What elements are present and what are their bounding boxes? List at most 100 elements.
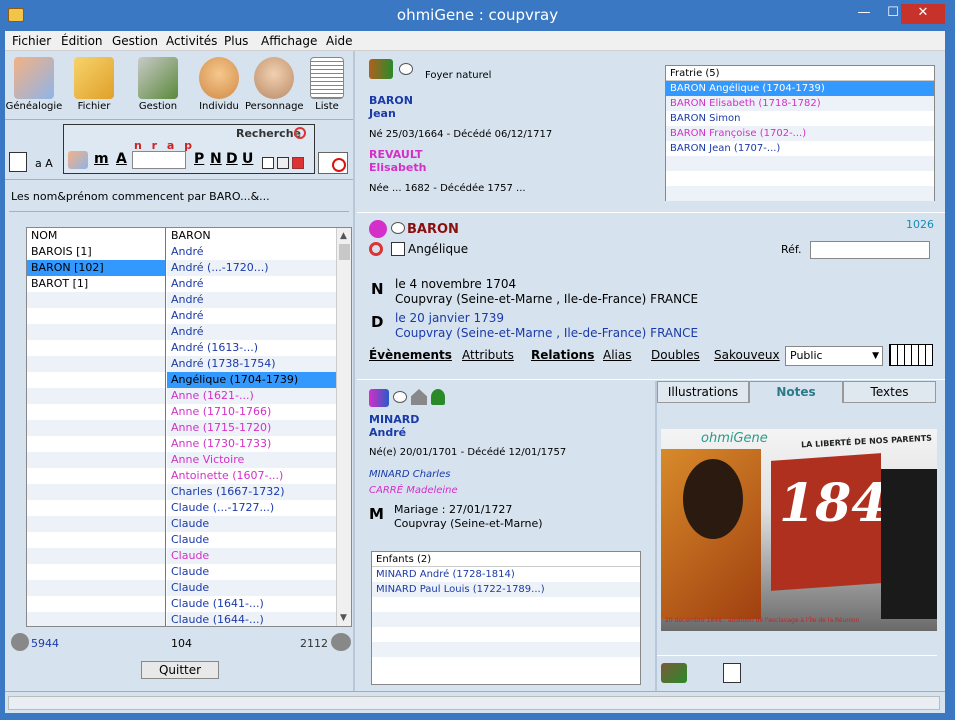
- person-row[interactable]: André (...-1720...): [167, 260, 336, 276]
- search-n-button[interactable]: N: [210, 151, 222, 167]
- spouse-surname[interactable]: MINARD: [369, 413, 419, 426]
- person-row[interactable]: André: [167, 276, 336, 292]
- toolbar-individu-button[interactable]: Individu: [190, 57, 248, 112]
- menu-fichier[interactable]: Fichier: [12, 34, 51, 48]
- quit-button[interactable]: Quitter: [141, 661, 219, 679]
- person-row[interactable]: Claude: [167, 580, 336, 596]
- lifebuoy-icon[interactable]: [294, 127, 306, 139]
- illustration-image[interactable]: 1848 ohmiGene LA LIBERTÉ DE NOS PARENTS …: [661, 429, 937, 631]
- person-row[interactable]: Anne (1730-1733): [167, 436, 336, 452]
- search-m-button[interactable]: m: [94, 151, 109, 167]
- lifebuoy-icon[interactable]: [369, 242, 383, 256]
- sibling-row[interactable]: BARON Elisabeth (1718-1782): [666, 96, 934, 111]
- list-scrollbar[interactable]: ▲ ▼: [336, 228, 351, 626]
- person-row[interactable]: Claude: [167, 516, 336, 532]
- sibling-row[interactable]: BARON Simon: [666, 111, 934, 126]
- person-row[interactable]: Angélique (1704-1739): [167, 372, 336, 388]
- search-input[interactable]: [132, 151, 186, 169]
- person-row[interactable]: André: [167, 244, 336, 260]
- house-icon[interactable]: [411, 389, 427, 405]
- mother-surname[interactable]: REVAULT: [369, 148, 423, 161]
- person-row[interactable]: Anne (1621-...): [167, 388, 336, 404]
- menu-aide[interactable]: Aide: [326, 34, 353, 48]
- person-row[interactable]: Antoinette (1607-...): [167, 468, 336, 484]
- search-d-button[interactable]: D: [226, 151, 238, 167]
- sibling-row[interactable]: BARON Françoise (1702-...): [666, 126, 934, 141]
- person-row[interactable]: André (1613-...): [167, 340, 336, 356]
- death-date[interactable]: le 20 janvier 1739: [395, 311, 504, 325]
- person-row[interactable]: André: [167, 324, 336, 340]
- tab-attributs[interactable]: Attributs: [462, 348, 514, 362]
- family-icon[interactable]: [68, 151, 88, 169]
- ref-input[interactable]: [810, 241, 930, 259]
- eye-icon[interactable]: [393, 391, 407, 403]
- tab-evenements[interactable]: Évènements: [369, 348, 452, 362]
- tree-icon[interactable]: [391, 242, 405, 256]
- person-row[interactable]: Claude: [167, 532, 336, 548]
- toolbar-fichier-button[interactable]: Fichier: [65, 57, 123, 112]
- search-p-button[interactable]: P: [194, 151, 204, 167]
- spouse-mother[interactable]: CARRÉ Madeleine: [369, 485, 458, 496]
- minimize-button[interactable]: —: [850, 4, 878, 24]
- father-surname[interactable]: BARON: [369, 94, 413, 107]
- no-person-icon[interactable]: [318, 152, 348, 174]
- firstname-header[interactable]: BARON: [167, 228, 336, 244]
- tab-textes[interactable]: Textes: [843, 381, 936, 403]
- person-row[interactable]: Charles (1667-1732): [167, 484, 336, 500]
- person-row[interactable]: Claude (1641-...): [167, 596, 336, 612]
- menu-plus[interactable]: Plus: [224, 34, 248, 48]
- tab-relations[interactable]: Relations: [531, 348, 594, 362]
- search-a-button[interactable]: A: [116, 151, 127, 167]
- surname-header[interactable]: NOM: [27, 228, 165, 244]
- surname-row[interactable]: BAROT [1]: [27, 276, 165, 292]
- add-media-icon[interactable]: [661, 663, 687, 683]
- menu-gestion[interactable]: Gestion: [112, 34, 158, 48]
- person-row[interactable]: André: [167, 308, 336, 324]
- person-row[interactable]: Anne (1715-1720): [167, 420, 336, 436]
- person-green-icon[interactable]: [431, 389, 445, 405]
- birth-date[interactable]: le 4 novembre 1704: [395, 277, 516, 291]
- sibling-row[interactable]: BARON Jean (1707-...): [666, 141, 934, 156]
- sibling-row[interactable]: BARON Angélique (1704-1739): [666, 81, 934, 96]
- toolbar-personnage-button[interactable]: Personnage: [245, 57, 304, 112]
- person-row[interactable]: Claude: [167, 548, 336, 564]
- spouse-firstname[interactable]: André: [369, 426, 406, 439]
- grid-view-icon[interactable]: [889, 344, 933, 366]
- scroll-thumb[interactable]: [339, 244, 350, 260]
- grid-icon[interactable]: [262, 157, 274, 169]
- media-list-icon[interactable]: [723, 663, 741, 683]
- person-row[interactable]: Claude: [167, 564, 336, 580]
- toolbar-gestion-button[interactable]: Gestion: [129, 57, 187, 112]
- visibility-select[interactable]: Public ▼: [785, 346, 883, 366]
- child-row[interactable]: MINARD André (1728-1814): [372, 567, 640, 582]
- eye-icon[interactable]: [399, 63, 413, 75]
- mother-firstname[interactable]: Elisabeth: [369, 161, 426, 174]
- toolbar-liste-button[interactable]: Liste: [298, 57, 356, 112]
- marriage-date[interactable]: Mariage : 27/01/1727: [394, 503, 512, 516]
- person-row[interactable]: Anne Victoire: [167, 452, 336, 468]
- death-place[interactable]: Coupvray (Seine-et-Marne , Ile-de-France…: [395, 326, 698, 340]
- tab-notes[interactable]: Notes: [749, 381, 843, 403]
- person-row[interactable]: André: [167, 292, 336, 308]
- person-row[interactable]: Anne (1710-1766): [167, 404, 336, 420]
- menu-edition[interactable]: Édition: [61, 34, 103, 48]
- spouse-father[interactable]: MINARD Charles: [369, 469, 450, 480]
- person-row[interactable]: Claude (...-1727...): [167, 500, 336, 516]
- toolbar-genealogie-button[interactable]: Généalogie: [5, 57, 63, 112]
- tab-illustrations[interactable]: Illustrations: [657, 381, 749, 403]
- case-toggle[interactable]: a A: [35, 157, 53, 170]
- tab-sakouveux[interactable]: Sakouveux: [714, 348, 780, 362]
- tab-doubles[interactable]: Doubles: [651, 348, 700, 362]
- delete-icon[interactable]: [292, 157, 304, 169]
- father-firstname[interactable]: Jean: [369, 107, 396, 120]
- scroll-down-arrow-icon[interactable]: ▼: [340, 613, 347, 623]
- calendar-icon[interactable]: [277, 157, 289, 169]
- eye-icon[interactable]: [391, 222, 405, 234]
- menu-activites[interactable]: Activités: [166, 34, 217, 48]
- person-row[interactable]: Claude (1644-...): [167, 612, 336, 626]
- surname-row[interactable]: BAROIS [1]: [27, 244, 165, 260]
- birth-place[interactable]: Coupvray (Seine-et-Marne , Ile-de-France…: [395, 292, 698, 306]
- child-row[interactable]: MINARD Paul Louis (1722-1789...): [372, 582, 640, 597]
- menu-affichage[interactable]: Affichage: [261, 34, 317, 48]
- surname-row[interactable]: BARON [102]: [27, 260, 165, 276]
